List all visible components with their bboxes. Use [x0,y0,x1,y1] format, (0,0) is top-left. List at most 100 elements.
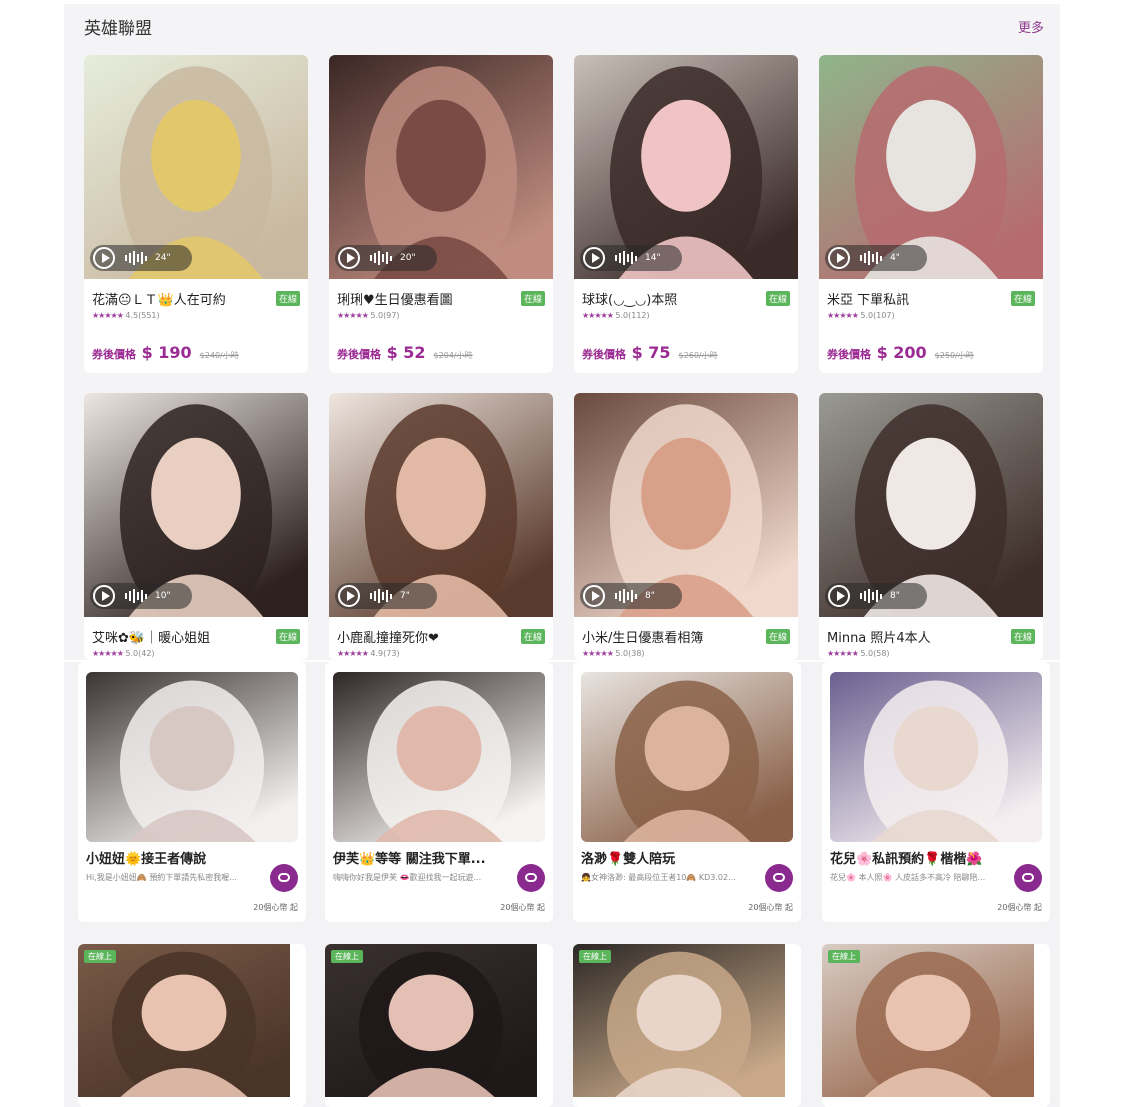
profile-card[interactable]: 7" 小鹿亂撞撞死你❤ 在線 ★★★★★ 4.9(73) [329,393,553,660]
price-value: $ 200 [871,343,927,362]
price-label: 券後價格 [827,348,871,361]
chat-card-photo[interactable] [581,672,793,842]
online-badge: 在線 [275,629,300,644]
play-icon[interactable] [583,585,605,607]
voice-duration: 8" [645,591,655,601]
photo-frame[interactable]: 7" [329,393,553,617]
photo-frame[interactable]: 8" [574,393,798,617]
profile-photo-partial[interactable]: 在線上 [573,944,801,1105]
profile-card[interactable]: 20" 琍琍♥生日優惠看圖 在線 ★★★★★ 5.0(97) 券後價格 $ 52 $204… [329,55,553,373]
star-icons: ★★★★★ [337,649,369,658]
audio-wave-icon [615,251,637,265]
chat-card-photo[interactable] [86,672,298,842]
online-tag: 在線上 [579,950,611,963]
profile-photo [325,944,537,1105]
audio-wave-icon [125,589,147,603]
star-icons: ★★★★★ [337,311,369,320]
online-badge: 在線 [765,629,790,644]
play-icon[interactable] [828,247,850,269]
voice-duration: 8" [890,591,900,601]
audio-wave-icon [860,251,882,265]
profile-photo-partial[interactable]: 在線上 [822,944,1050,1105]
play-icon[interactable] [338,585,360,607]
profile-photo-partial[interactable]: 在線上 [325,944,553,1105]
chat-icon[interactable] [765,864,793,892]
profile-card[interactable]: 8" Minna 照片4本人 在線 ★★★★★ 5.0(58) [819,393,1043,660]
chat-card-name: 伊芙👑等等 關注我下單... [333,852,486,867]
photo-frame[interactable]: 8" [819,393,1043,617]
rating: ★★★★★ 5.0(42) [92,649,155,658]
rating: ★★★★★ 4.5(551) [92,311,160,320]
voice-intro-pill[interactable]: 4" [825,245,927,271]
original-price: $240/小時 [199,351,239,360]
more-link[interactable]: 更多 [1018,17,1044,36]
chat-card-photo[interactable] [333,672,545,842]
star-icons: ★★★★★ [92,311,124,320]
star-icons: ★★★★★ [827,311,859,320]
chat-card-price: 20個心幣 起 [500,903,545,912]
voice-intro-pill[interactable]: 24" [90,245,192,271]
play-icon[interactable] [338,247,360,269]
profile-photo [573,944,785,1105]
chat-card-desc: Hi,我是小妞妞🙈 預約下單請先私密我喔... [86,873,237,882]
chat-icon[interactable] [1014,864,1042,892]
audio-wave-icon [860,589,882,603]
chat-card-name: 小妞妞🌞接王者傳說 [86,852,207,867]
profile-photo [86,672,298,842]
voice-intro-pill[interactable]: 8" [580,583,682,609]
chat-card[interactable]: 伊芙👑等等 關注我下單... 嗨嗨你好我是伊芙 👄歡迎找我一起玩遊... 20個心幣… [325,662,553,922]
rating-value: 5.0(58) [857,649,890,658]
profile-card-partial[interactable]: 在線上 [325,944,553,1107]
chat-card-desc: 👧女神洛渺: 最高段位王者10🙈 KD3.02... [581,873,736,882]
online-tag: 在線上 [331,950,363,963]
chat-card-name: 洛渺🌹雙人陪玩 [581,852,676,867]
play-icon[interactable] [93,585,115,607]
profile-photo [78,944,290,1105]
play-icon[interactable] [93,247,115,269]
rating-value: 5.0(107) [857,311,895,320]
online-badge: 在線 [1010,629,1035,644]
profile-card[interactable]: 24" 花滿😐ＬＴ👑人在可約 在線 ★★★★★ 4.5(551) 券後價格 $ 190 $… [84,55,308,373]
online-tag: 在線上 [828,950,860,963]
profile-card[interactable]: 4" 米亞 下單私訊 在線 ★★★★★ 5.0(107) 券後價格 $ 200 $250/… [819,55,1043,373]
chat-icon[interactable] [270,864,298,892]
online-badge: 在線 [765,291,790,306]
rating: ★★★★★ 5.0(112) [582,311,650,320]
play-icon[interactable] [583,247,605,269]
photo-frame[interactable]: 10" [84,393,308,617]
star-icons: ★★★★★ [827,649,859,658]
card-name: 小米/生日優惠看相簿 [582,631,704,646]
online-badge: 在線 [275,291,300,306]
voice-intro-pill[interactable]: 20" [335,245,437,271]
photo-frame[interactable]: 20" [329,55,553,279]
voice-duration: 10" [155,591,171,601]
profile-photo [830,672,1042,842]
photo-frame[interactable]: 14" [574,55,798,279]
photo-frame[interactable]: 4" [819,55,1043,279]
photo-frame[interactable]: 24" [84,55,308,279]
profile-photo-partial[interactable]: 在線上 [78,944,306,1105]
voice-intro-pill[interactable]: 8" [825,583,927,609]
profile-card-partial[interactable]: 在線上 [822,944,1050,1107]
profile-card[interactable]: 14" 球球(◡‿◡)本照 在線 ★★★★★ 5.0(112) 券後價格 $ 75 $26… [574,55,798,373]
chat-card[interactable]: 洛渺🌹雙人陪玩 👧女神洛渺: 最高段位王者10🙈 KD3.02... 20個心幣 起 [573,662,801,922]
rating: ★★★★★ 5.0(97) [337,311,400,320]
voice-intro-pill[interactable]: 7" [335,583,437,609]
profile-card[interactable]: 8" 小米/生日優惠看相簿 在線 ★★★★★ 5.0(38) [574,393,798,660]
chat-card-photo[interactable] [830,672,1042,842]
profile-card-partial[interactable]: 在線上 [573,944,801,1107]
voice-intro-pill[interactable]: 14" [580,245,682,271]
profile-card[interactable]: 10" 艾咪✿🐝｜暖心姐姐 在線 ★★★★★ 5.0(42) [84,393,308,660]
profile-photo [822,944,1034,1105]
play-icon[interactable] [828,585,850,607]
chat-card[interactable]: 小妞妞🌞接王者傳說 Hi,我是小妞妞🙈 預約下單請先私密我喔... 20個心幣 起 [78,662,306,922]
voice-duration: 14" [645,253,661,263]
audio-wave-icon [615,589,637,603]
chat-card-name: 花兒🌸私訊預約🌹楷楷🌺 [830,852,983,867]
profile-card-partial[interactable]: 在線上 [78,944,306,1107]
chat-card[interactable]: 花兒🌸私訊預約🌹楷楷🌺 花兒🌸 本人照🌸 人皮話多不高冷 陪聊陪... 20個心幣 … [822,662,1050,922]
original-price: $260/小時 [678,351,718,360]
price-label: 券後價格 [92,348,136,361]
voice-intro-pill[interactable]: 10" [90,583,192,609]
chat-icon[interactable] [517,864,545,892]
